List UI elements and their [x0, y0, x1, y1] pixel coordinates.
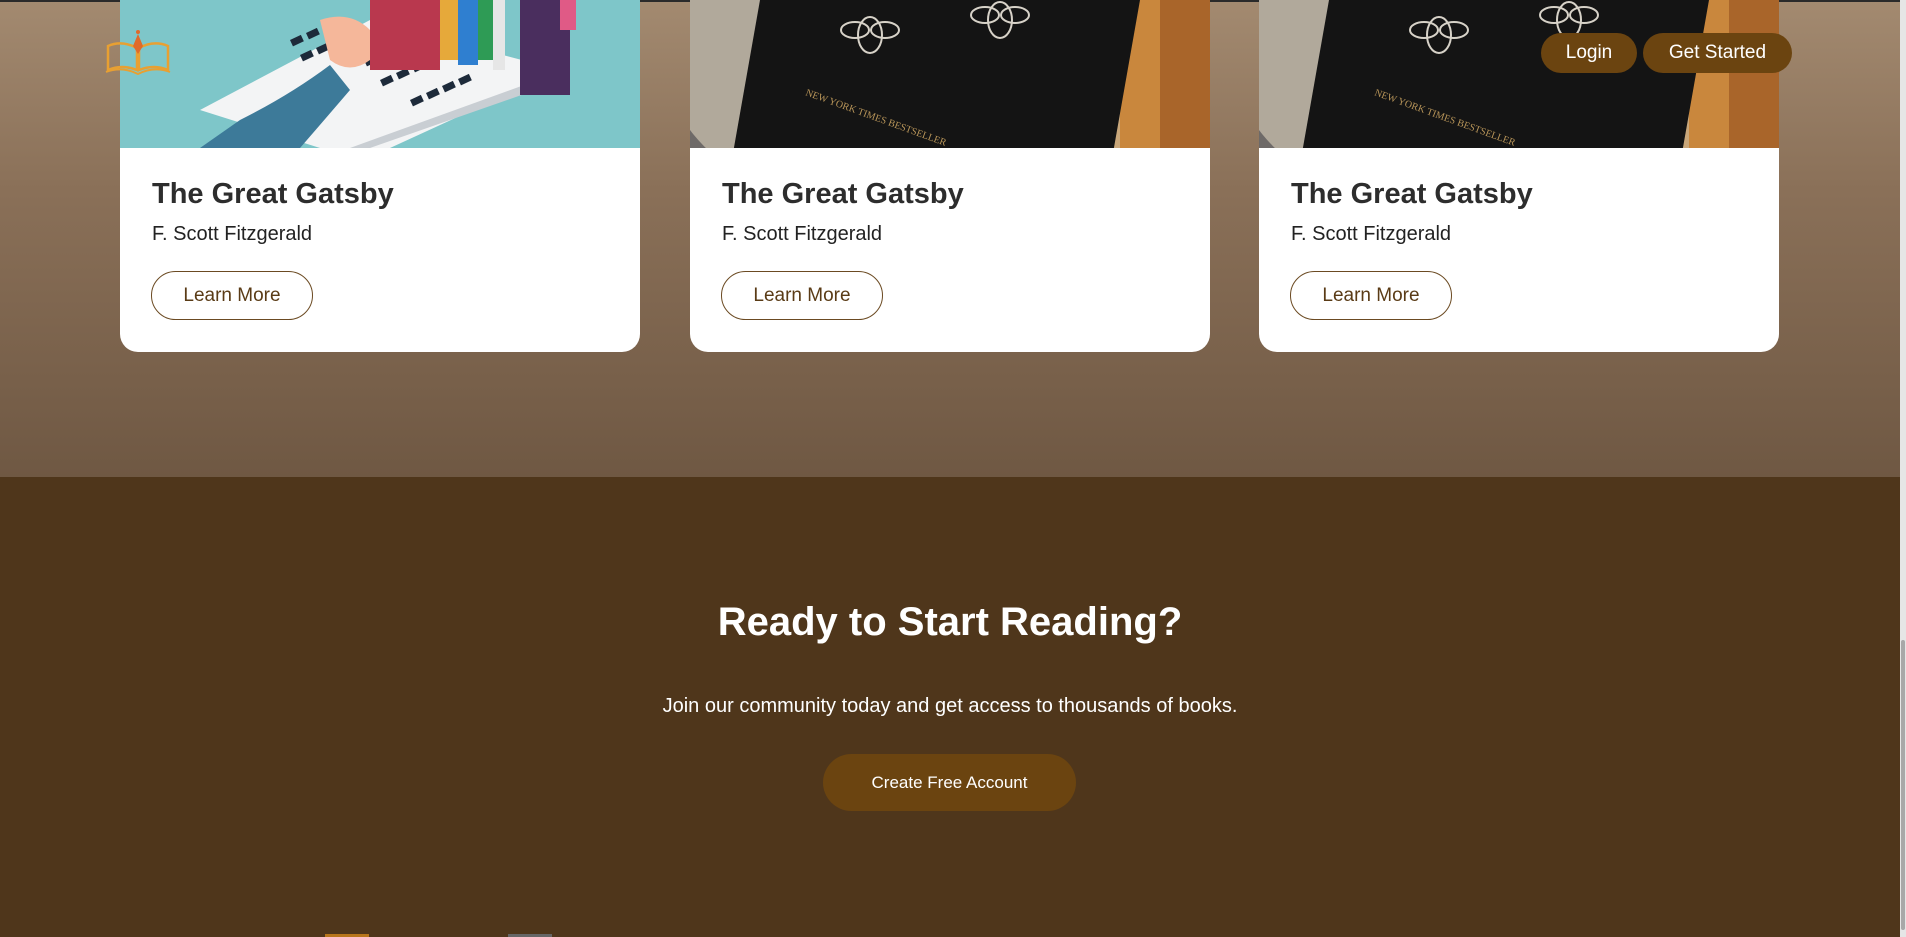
book-cover-image — [120, 0, 640, 148]
learn-more-button[interactable]: Learn More — [1290, 271, 1452, 320]
cta-subtitle: Join our community today and get access … — [662, 695, 1238, 717]
book-title: The Great Gatsby — [722, 178, 964, 210]
book-cover-image: NEW YORK TIMES BESTSELLER — [690, 0, 1210, 148]
book-author: F. Scott Fitzgerald — [1291, 223, 1452, 245]
create-account-button[interactable]: Create Free Account — [823, 754, 1076, 811]
book-author: F. Scott Fitzgerald — [722, 223, 883, 245]
cta-title: Ready to Start Reading? — [717, 600, 1183, 644]
learn-more-button[interactable]: Learn More — [721, 271, 883, 320]
book-cover-image: NEW YORK TIMES BESTSELLER — [1259, 0, 1779, 148]
learn-more-button[interactable]: Learn More — [151, 271, 313, 320]
open-book-logo-icon[interactable] — [104, 28, 172, 76]
book-card: NEW YORK TIMES BESTSELLER The Great Gats… — [690, 0, 1210, 352]
scrollbar-thumb[interactable] — [1901, 640, 1905, 930]
get-started-button[interactable]: Get Started — [1643, 33, 1792, 73]
login-button[interactable]: Login — [1541, 33, 1637, 73]
book-card: The Great Gatsby F. Scott Fitzgerald Lea… — [120, 0, 640, 352]
book-author: F. Scott Fitzgerald — [152, 223, 313, 245]
book-title: The Great Gatsby — [152, 178, 394, 210]
book-title: The Great Gatsby — [1291, 178, 1533, 210]
